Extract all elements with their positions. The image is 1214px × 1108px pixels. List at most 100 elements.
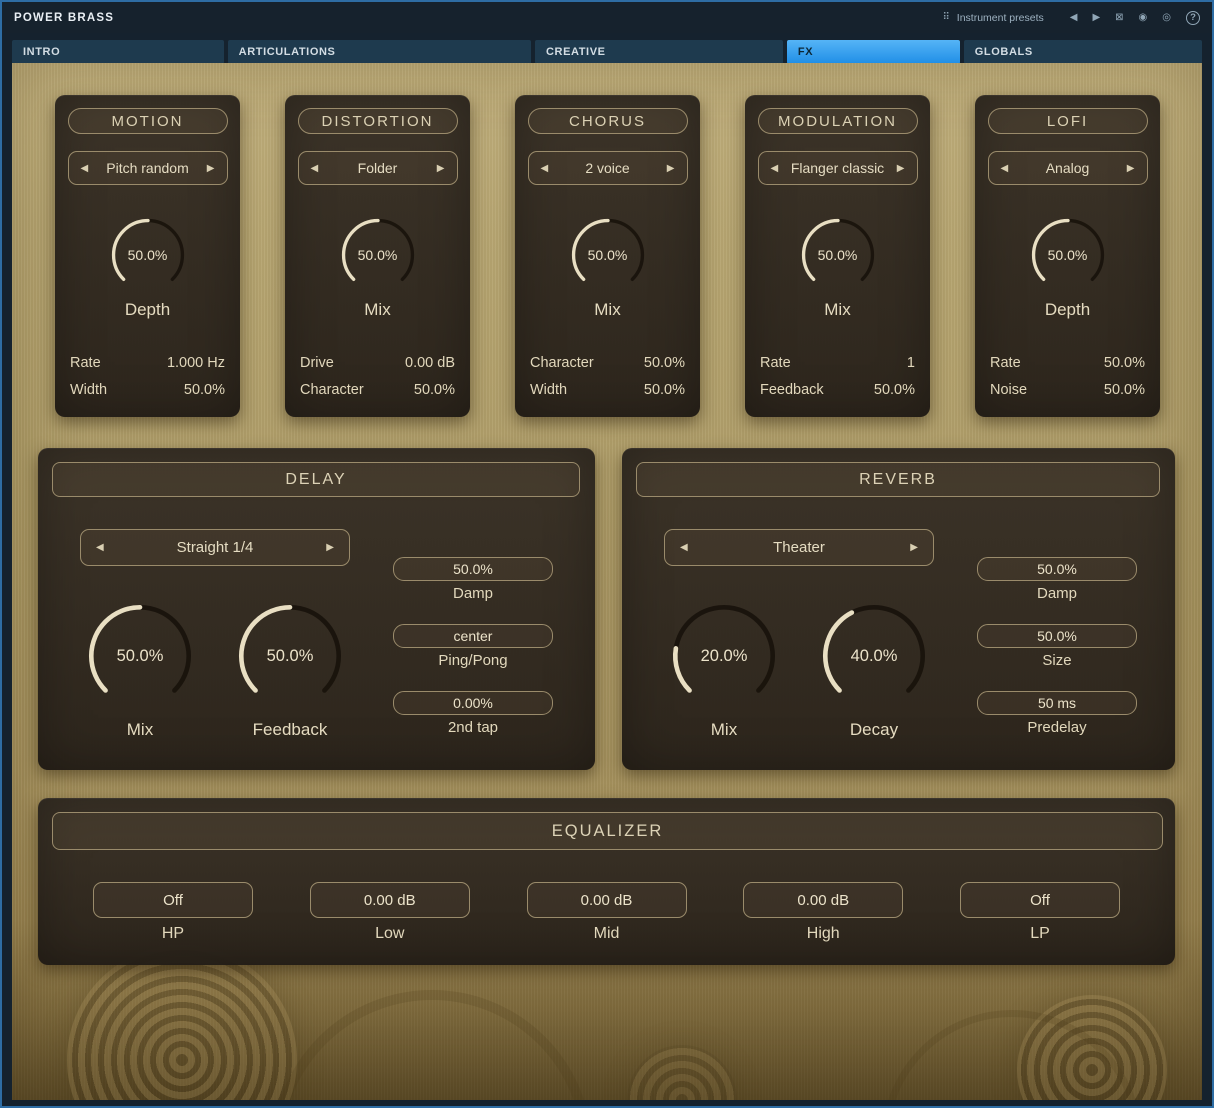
selector-prev-icon[interactable]: ◀	[768, 163, 782, 174]
reverb-panel-title: REVERB	[636, 462, 1160, 497]
param-row[interactable]: Character 50.0%	[300, 377, 455, 404]
chorus-panel-title: CHORUS	[528, 108, 688, 134]
param-row[interactable]: Feedback 50.0%	[760, 377, 915, 404]
tab-intro[interactable]: INTRO	[12, 40, 224, 64]
selector-prev-icon[interactable]: ◀	[93, 542, 107, 553]
preset-grid-icon: ⠿	[942, 12, 949, 23]
param-label: Noise	[990, 377, 1027, 404]
next-preset-icon[interactable]: ▶	[1092, 11, 1100, 25]
tab-articulations[interactable]: ARTICULATIONS	[228, 40, 531, 64]
chorus-mix-knob[interactable]: 50.0%	[566, 213, 650, 297]
param-label: Damp	[453, 585, 493, 602]
param-label: Feedback	[760, 377, 824, 404]
delay-mix-knob[interactable]: 50.0%	[82, 598, 198, 714]
selector-next-icon[interactable]: ▶	[664, 163, 678, 174]
selector-next-icon[interactable]: ▶	[434, 163, 448, 174]
delay-2ndtap-value-box[interactable]: 0.00%	[393, 691, 553, 715]
selector-next-icon[interactable]: ▶	[323, 542, 337, 553]
param-label: Width	[70, 377, 107, 404]
knob-value: 50.0%	[566, 213, 650, 297]
reverb-panel: REVERB ◀ Theater ▶ 20.0% Mix	[622, 448, 1175, 770]
eq-low-value-box[interactable]: 0.00 dB	[310, 882, 470, 918]
eq-high-value-box[interactable]: 0.00 dB	[743, 882, 903, 918]
reverb-size-value-box[interactable]: 50.0%	[977, 624, 1137, 648]
eq-band-label: Low	[375, 925, 404, 943]
prev-preset-icon[interactable]: ◀	[1070, 11, 1078, 25]
param-row[interactable]: Width 50.0%	[70, 377, 225, 404]
motion-mode-selector[interactable]: ◀ Pitch random ▶	[68, 151, 228, 185]
selector-prev-icon[interactable]: ◀	[538, 163, 552, 174]
motion-panel-title: MOTION	[68, 108, 228, 134]
close-box-icon[interactable]: ⊠	[1115, 11, 1123, 25]
param-value: 1.000 Hz	[167, 350, 225, 377]
param-label: Character	[530, 350, 594, 377]
tab-fx[interactable]: FX	[787, 40, 960, 64]
param-row[interactable]: Width 50.0%	[530, 377, 685, 404]
reverb-decay-knob-block: 40.0% Decay	[814, 598, 934, 740]
distortion-mode-selector[interactable]: ◀ Folder ▶	[298, 151, 458, 185]
reverb-mix-knob[interactable]: 20.0%	[666, 598, 782, 714]
selector-value: Flanger classic	[791, 160, 884, 176]
eq-band-label: HP	[162, 925, 184, 943]
record-icon[interactable]: ◉	[1139, 11, 1148, 25]
delay-mode-selector[interactable]: ◀ Straight 1/4 ▶	[80, 529, 350, 566]
chorus-mode-selector[interactable]: ◀ 2 voice ▶	[528, 151, 688, 185]
param-row[interactable]: Rate 50.0%	[990, 350, 1145, 377]
param-value: 50.0%	[414, 377, 455, 404]
delay-param-column: 50.0% Damp center Ping/Pong 0.00% 2nd ta…	[393, 557, 553, 736]
selector-prev-icon[interactable]: ◀	[308, 163, 322, 174]
selector-value: Pitch random	[106, 160, 188, 176]
selector-prev-icon[interactable]: ◀	[998, 163, 1012, 174]
eq-mid-value-box[interactable]: 0.00 dB	[527, 882, 687, 918]
param-row[interactable]: Rate 1	[760, 350, 915, 377]
reverb-mode-selector[interactable]: ◀ Theater ▶	[664, 529, 934, 566]
param-label: Width	[530, 377, 567, 404]
presets-label: Instrument presets	[957, 12, 1044, 24]
delay-pingpong-value-box[interactable]: center	[393, 624, 553, 648]
param-label: Damp	[1037, 585, 1077, 602]
eq-hp-value-box[interactable]: Off	[93, 882, 253, 918]
distortion-mix-knob[interactable]: 50.0%	[336, 213, 420, 297]
equalizer-panel-title: EQUALIZER	[52, 812, 1163, 850]
equalizer-bands: Off HP 0.00 dB Low 0.00 dB Mid 0.00 dB H…	[93, 882, 1120, 943]
eye-icon[interactable]: ◎	[1162, 11, 1171, 25]
equalizer-panel: EQUALIZER Off HP 0.00 dB Low 0.00 dB Mid…	[38, 798, 1175, 965]
tab-creative[interactable]: CREATIVE	[535, 40, 783, 64]
param-row[interactable]: Noise 50.0%	[990, 377, 1145, 404]
chorus-panel: CHORUS ◀ 2 voice ▶ 50.0% Mix Charact	[515, 95, 700, 417]
modulation-mode-selector[interactable]: ◀ Flanger classic ▶	[758, 151, 918, 185]
selector-next-icon[interactable]: ▶	[204, 163, 218, 174]
instrument-presets-button[interactable]: ⠿ Instrument presets	[942, 12, 1043, 24]
motion-depth-knob[interactable]: 50.0%	[106, 213, 190, 297]
eq-hp-band: Off HP	[93, 882, 253, 943]
param-label: Character	[300, 377, 364, 404]
lofi-mode-selector[interactable]: ◀ Analog ▶	[988, 151, 1148, 185]
delay-2ndtap-param: 0.00% 2nd tap	[393, 691, 553, 736]
delay-damp-value-box[interactable]: 50.0%	[393, 557, 553, 581]
delay-feedback-knob[interactable]: 50.0%	[232, 598, 348, 714]
eq-lp-value-box[interactable]: Off	[960, 882, 1120, 918]
reverb-decay-knob[interactable]: 40.0%	[816, 598, 932, 714]
param-label: Rate	[760, 350, 791, 377]
selector-prev-icon[interactable]: ◀	[677, 542, 691, 553]
param-label: Drive	[300, 350, 334, 377]
modulation-mix-knob[interactable]: 50.0%	[796, 213, 880, 297]
param-row[interactable]: Drive 0.00 dB	[300, 350, 455, 377]
eq-high-band: 0.00 dB High	[743, 882, 903, 943]
param-value: 1	[907, 350, 915, 377]
selector-next-icon[interactable]: ▶	[907, 542, 921, 553]
param-row[interactable]: Rate 1.000 Hz	[70, 350, 225, 377]
lofi-depth-knob[interactable]: 50.0%	[1026, 213, 1110, 297]
lofi-panel-title: LOFI	[988, 108, 1148, 134]
param-value: 50.0%	[184, 377, 225, 404]
delay-panel: DELAY ◀ Straight 1/4 ▶ 50.0% Mix	[38, 448, 595, 770]
help-icon[interactable]: ?	[1186, 11, 1200, 25]
tab-globals[interactable]: GLOBALS	[964, 40, 1202, 64]
selector-next-icon[interactable]: ▶	[1124, 163, 1138, 174]
reverb-predelay-value-box[interactable]: 50 ms	[977, 691, 1137, 715]
param-row[interactable]: Character 50.0%	[530, 350, 685, 377]
selector-prev-icon[interactable]: ◀	[78, 163, 92, 174]
knob-value: 50.0%	[82, 598, 198, 714]
reverb-damp-value-box[interactable]: 50.0%	[977, 557, 1137, 581]
selector-next-icon[interactable]: ▶	[894, 163, 908, 174]
